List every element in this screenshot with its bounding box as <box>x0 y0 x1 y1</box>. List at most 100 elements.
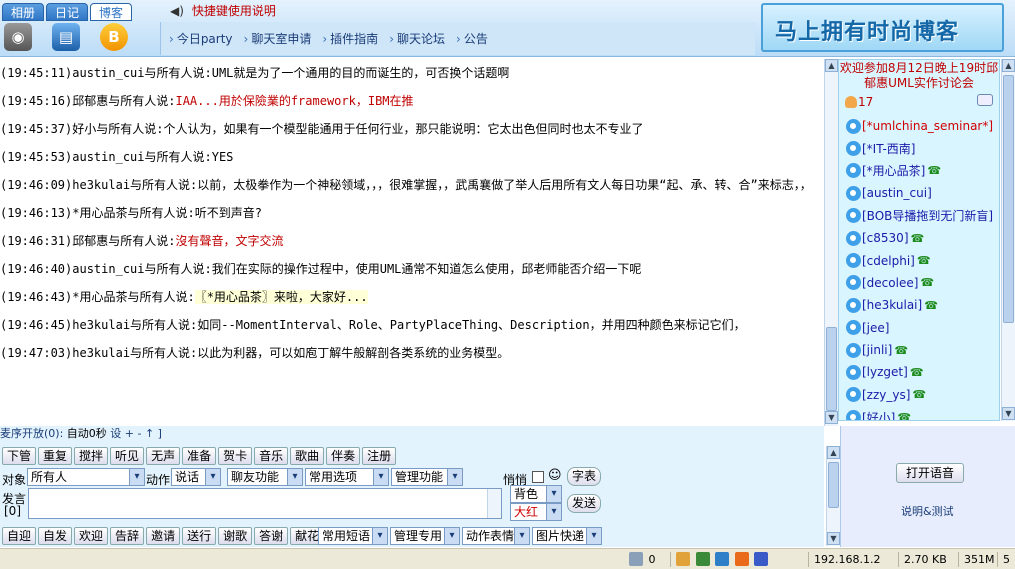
message-sender[interactable]: 好小与所有人说: <box>72 122 163 136</box>
action-button[interactable]: 送行 <box>182 527 217 545</box>
action-button[interactable]: 自发 <box>38 527 73 545</box>
action-button[interactable]: 欢迎 <box>74 527 109 545</box>
font-color-select[interactable]: 大红 <box>510 503 562 521</box>
link-today-party[interactable]: 今日party <box>169 30 233 47</box>
action-button[interactable]: 伴奏 <box>326 447 361 465</box>
user-list-item[interactable]: [lyzget] ☎ <box>839 361 999 383</box>
message-input[interactable] <box>28 488 502 519</box>
auto-time[interactable]: 自动0秒 <box>67 427 107 440</box>
message-sender[interactable]: 邱郁惠与所有人说: <box>72 234 175 248</box>
action-button[interactable]: 下管 <box>2 447 37 465</box>
scroll-down-icon[interactable]: ▼ <box>825 411 838 424</box>
user-list-item[interactable]: [he3kulai] ☎ <box>839 294 999 316</box>
user-list-item[interactable]: [BOB导播拖到无门新盲] <box>839 205 999 227</box>
action-button[interactable]: 无声 <box>146 447 181 465</box>
tab-diary[interactable]: 日记 <box>46 3 88 21</box>
action-button[interactable]: 搅拌 <box>74 447 109 465</box>
scroll-thumb[interactable] <box>1003 75 1014 323</box>
scroll-thumb[interactable] <box>828 462 839 508</box>
scroll-up-icon[interactable]: ▲ <box>825 59 838 72</box>
action-button[interactable]: 听见 <box>110 447 145 465</box>
bg-color-select[interactable]: 背色 <box>510 485 562 503</box>
send-button[interactable]: 发送 <box>567 494 602 513</box>
message-sender[interactable]: he3kulai与所有人说: <box>72 346 197 360</box>
action-emote-select[interactable]: 动作表情 <box>462 527 530 545</box>
user-list-item[interactable]: [decolee] ☎ <box>839 272 999 294</box>
settings-controls[interactable]: 设 + - ↑ ] <box>110 427 162 440</box>
friend-func-select[interactable]: 聊友功能 <box>227 468 303 486</box>
chat-scrollbar[interactable]: ▲ ▼ <box>824 59 838 426</box>
globe-icon[interactable] <box>715 552 729 566</box>
message-sender[interactable]: 邱郁惠与所有人说: <box>72 94 175 108</box>
message-sender[interactable]: he3kulai与所有人说: <box>72 318 197 332</box>
message-text: UML就是为了一个通用的目的而诞生的，可否换个话题啊 <box>211 66 510 80</box>
scroll-down-icon[interactable]: ▼ <box>1002 407 1015 420</box>
network-icon[interactable] <box>695 552 710 566</box>
manage-special-select[interactable]: 管理专用 <box>390 527 460 545</box>
scroll-up-icon[interactable]: ▲ <box>827 446 840 459</box>
open-voice-button[interactable]: 打开语音 <box>896 463 964 483</box>
common-phrases-select[interactable]: 常用短语 <box>318 527 388 545</box>
user-list-item[interactable]: [austin_cui] <box>839 182 999 204</box>
display-icon[interactable] <box>754 552 768 566</box>
lower-scrollbar[interactable]: ▲ ▼ <box>826 446 840 546</box>
common-options-select[interactable]: 常用选项 <box>305 468 389 486</box>
target-select[interactable]: 所有人 <box>27 468 145 486</box>
message-sender[interactable]: austin_cui与所有人说: <box>72 66 211 80</box>
folder-icon[interactable] <box>676 552 690 566</box>
tab-blog[interactable]: 博客 <box>90 3 132 21</box>
user-list-item[interactable]: [c8530] ☎ <box>839 227 999 249</box>
gear-icon[interactable] <box>734 552 749 566</box>
action-button[interactable]: 音乐 <box>254 447 289 465</box>
tab-album[interactable]: 相册 <box>2 3 44 21</box>
action-button[interactable]: 告辞 <box>110 527 145 545</box>
scroll-up-icon[interactable]: ▲ <box>1002 59 1015 72</box>
blog-icon[interactable]: B <box>100 23 128 51</box>
action-button[interactable]: 答谢 <box>254 527 289 545</box>
user-list-item[interactable]: [*umlchina_seminar*] <box>839 115 999 137</box>
action-button[interactable]: 歌曲 <box>290 447 325 465</box>
user-list-item[interactable]: [cdelphi] ☎ <box>839 249 999 271</box>
link-plugin-guide[interactable]: 插件指南 <box>322 30 378 47</box>
link-chat-forum[interactable]: 聊天论坛 <box>389 30 445 47</box>
voice-panel: 打开语音 说明&测试 <box>840 426 1015 547</box>
action-button[interactable]: 自迎 <box>2 527 37 545</box>
message-sender[interactable]: *用心品茶与所有人说: <box>72 206 194 220</box>
action-button[interactable]: 贺卡 <box>218 447 253 465</box>
action-button[interactable]: 注册 <box>362 447 397 465</box>
action-button[interactable]: 重复 <box>38 447 73 465</box>
user-list-item[interactable]: [zzy_ys] ☎ <box>839 384 999 406</box>
input-scrollbar[interactable] <box>487 489 501 518</box>
user-list-item[interactable]: [*用心品茶] ☎ <box>839 160 999 182</box>
action-button[interactable]: 谢歌 <box>218 527 253 545</box>
express-button[interactable]: 字表 <box>567 467 602 486</box>
scroll-thumb[interactable] <box>826 327 837 411</box>
user-list-item[interactable]: [jinli] ☎ <box>839 339 999 361</box>
link-room-apply[interactable]: 聊天室申请 <box>244 30 311 47</box>
user-list-item[interactable]: [好小] ☎ <box>839 406 999 420</box>
whisper-checkbox[interactable] <box>532 471 544 483</box>
action-button[interactable]: 准备 <box>182 447 217 465</box>
message-sender[interactable]: austin_cui与所有人说: <box>72 262 211 276</box>
scroll-down-icon[interactable]: ▼ <box>827 532 840 545</box>
message-time: (19:46:09) <box>0 178 73 192</box>
message-sender[interactable]: *用心品茶与所有人说: <box>72 290 194 304</box>
camera-icon[interactable]: ◉ <box>4 23 32 51</box>
book-icon[interactable]: ▤ <box>52 23 80 51</box>
user-list-scrollbar[interactable]: ▲ ▼ <box>1001 59 1015 421</box>
blog-banner[interactable]: 马上拥有时尚博客 <box>761 3 1004 52</box>
action-button[interactable]: 邀请 <box>146 527 181 545</box>
hotkey-help-link[interactable]: ◀) 快捷键使用说明 <box>170 2 276 19</box>
manage-func-select[interactable]: 管理功能 <box>391 468 463 486</box>
user-list-item[interactable]: [*IT-西南] <box>839 137 999 159</box>
action-select[interactable]: 说话 <box>171 468 221 486</box>
user-list-item[interactable]: [jee] <box>839 317 999 339</box>
smiley-icon[interactable]: ☺ <box>548 468 562 483</box>
chat-bubble-icon[interactable] <box>977 94 993 106</box>
mic-status[interactable]: 麦序开放(0): <box>0 427 63 440</box>
message-sender[interactable]: austin_cui与所有人说: <box>72 150 211 164</box>
message-sender[interactable]: he3kulai与所有人说: <box>72 178 197 192</box>
help-test-link[interactable]: 说明&测试 <box>901 503 954 519</box>
link-announcement[interactable]: 公告 <box>456 30 488 47</box>
image-fast-select[interactable]: 图片快递 <box>532 527 602 545</box>
